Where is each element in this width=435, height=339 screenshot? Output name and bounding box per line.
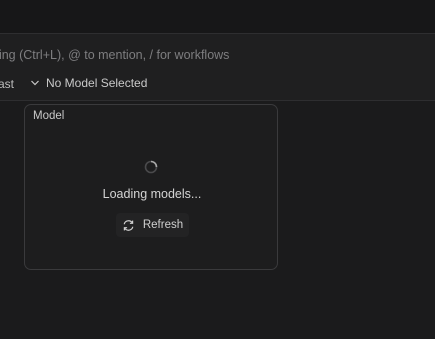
refresh-label: Refresh (142, 219, 184, 231)
chat-input-placeholder[interactable]: hing (Ctrl+L), @ to mention, / for workf… (0, 48, 435, 62)
model-selector-label: No Model Selected (46, 76, 148, 90)
top-strip (0, 0, 435, 33)
model-popup-title: Model (33, 110, 65, 122)
refresh-button[interactable]: Refresh (116, 213, 189, 237)
chat-input-placeholder-text: hing (Ctrl+L), @ to mention, / for workf… (0, 48, 230, 62)
chevron-down-icon (31, 80, 39, 86)
chat-input-panel[interactable]: hing (Ctrl+L), @ to mention, / for workf… (0, 33, 435, 101)
model-popup: Model Loading models... Refresh (24, 104, 278, 270)
model-selector-button[interactable]: No Model Selected (30, 74, 147, 92)
loading-models-text: Loading models... (102, 187, 202, 201)
mode-selector[interactable]: ast (0, 77, 14, 91)
refresh-icon (123, 219, 134, 231)
loading-spinner-icon (144, 160, 158, 174)
